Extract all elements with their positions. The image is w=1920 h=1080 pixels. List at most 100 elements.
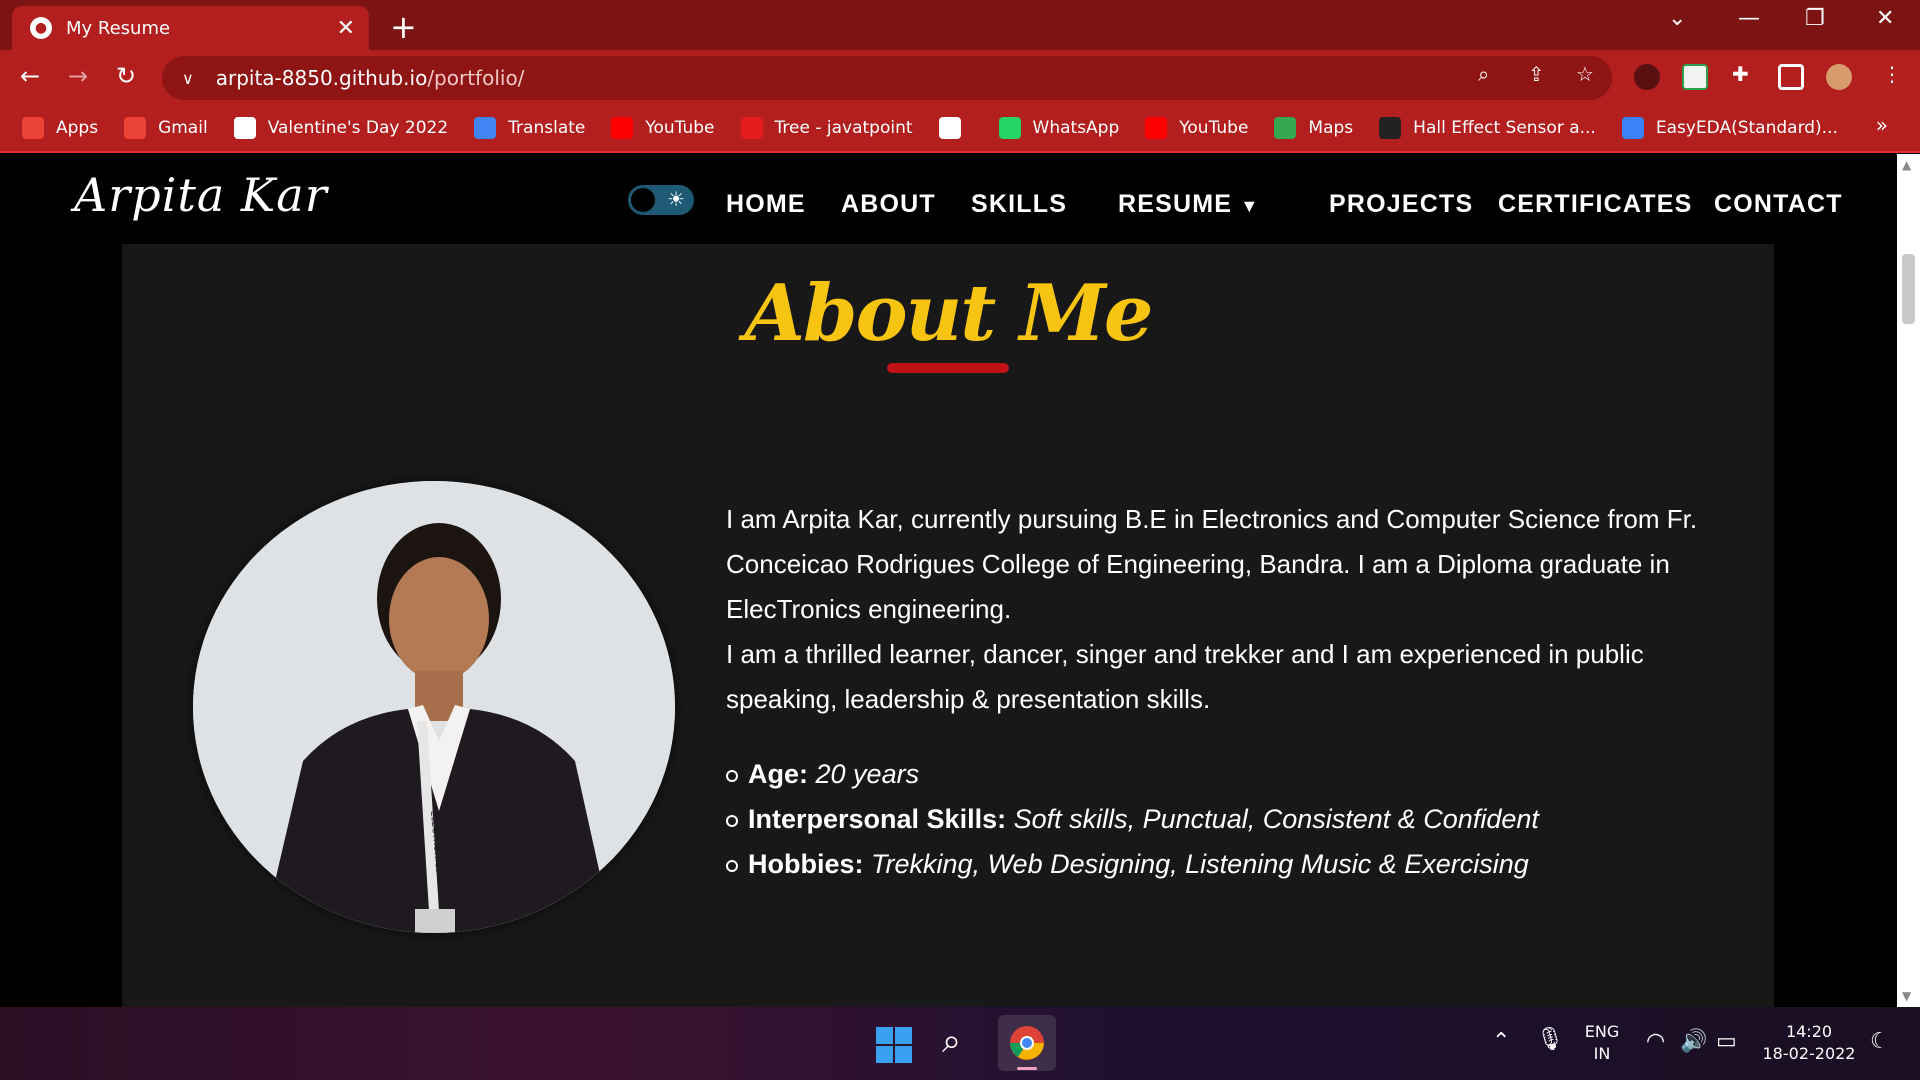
search-icon[interactable]: ⌕: [942, 1021, 961, 1061]
restore-icon[interactable]: ❐: [1805, 6, 1825, 31]
bookmark-item[interactable]: Apps: [22, 117, 98, 139]
fact-value: Soft skills, Punctual, Consistent & Conf…: [1013, 804, 1539, 834]
fact-age: Age: 20 years: [726, 752, 1746, 797]
chevron-up-icon[interactable]: ⌃: [1492, 1029, 1510, 1054]
globe-icon: ●: [30, 17, 52, 39]
bookmark-item[interactable]: Maps: [1274, 117, 1353, 139]
caret-down-icon: ▼: [1240, 196, 1260, 216]
reload-icon[interactable]: ↻: [116, 62, 136, 90]
clock[interactable]: 14:20 18-02-2022: [1760, 1021, 1858, 1065]
bookmark-item[interactable]: EasyEDA(Standard)...: [1621, 117, 1838, 139]
site-logo[interactable]: Arpita Kar: [74, 168, 328, 222]
windows-start-icon[interactable]: [876, 1027, 912, 1063]
close-tab-icon[interactable]: ✕: [337, 16, 355, 41]
page-scrollbar[interactable]: ▲ ▼: [1897, 154, 1920, 1007]
nav-resume-label: RESUME: [1118, 190, 1233, 218]
zoom-icon[interactable]: ⌕: [1478, 62, 1489, 86]
whatsapp-icon: [998, 117, 1021, 139]
toggle-knob: [631, 188, 655, 212]
browser-toolbar: ← → ↻ ∨ arpita-8850.github.io/portfolio/…: [0, 50, 1920, 105]
microphone-icon[interactable]: 🎙: [1536, 1027, 1564, 1052]
menu-kebab-icon[interactable]: ⋮: [1882, 62, 1902, 86]
scrollbar-thumb[interactable]: [1902, 254, 1915, 324]
focus-moon-icon[interactable]: ☾: [1870, 1029, 1890, 1054]
fact-label: Age:: [748, 759, 808, 789]
bio-paragraph-1: I am Arpita Kar, currently pursuing B.E …: [726, 504, 1698, 624]
volume-icon[interactable]: 🔊: [1680, 1029, 1707, 1054]
bookmark-label: Apps: [56, 118, 99, 138]
close-window-icon[interactable]: ✕: [1876, 6, 1894, 31]
bookmark-item[interactable]: [938, 117, 973, 139]
url-host: arpita-8850.github.io: [215, 66, 428, 90]
bookmark-item[interactable]: Hall Effect Sensor a...: [1379, 117, 1596, 139]
bookmark-label: Translate: [508, 118, 586, 138]
easyeda-icon: [1621, 117, 1644, 139]
new-tab-button[interactable]: +: [390, 8, 417, 46]
tab-title: My Resume: [66, 17, 171, 39]
bookmark-item[interactable]: YouTube: [611, 117, 715, 139]
bookmark-label: Valentine's Day 2022: [267, 118, 449, 138]
bookmark-item[interactable]: Gmail: [124, 117, 208, 139]
fact-hobbies: Hobbies: Trekking, Web Designing, Listen…: [726, 842, 1746, 887]
battery-icon[interactable]: ▭: [1716, 1029, 1737, 1054]
browser-tab[interactable]: ● My Resume ✕: [12, 6, 369, 50]
bookmark-label: Hall Effect Sensor a...: [1413, 118, 1596, 138]
javatpoint-icon: [740, 117, 763, 139]
profile-photo-illustration: ELECTRONICS: [193, 481, 675, 933]
nav-about[interactable]: ABOUT: [841, 190, 936, 219]
wifi-icon[interactable]: ◠: [1646, 1029, 1665, 1054]
bookmark-label: WhatsApp: [1032, 118, 1120, 138]
nav-contact[interactable]: CONTACT: [1714, 190, 1843, 219]
nav-certificates[interactable]: CERTIFICATES: [1498, 190, 1693, 219]
chrome-taskbar-button[interactable]: [998, 1015, 1056, 1071]
extension-icon[interactable]: [1634, 64, 1660, 90]
nav-projects[interactable]: PROJECTS: [1329, 190, 1473, 219]
scroll-down-icon[interactable]: ▼: [1902, 989, 1911, 1003]
bookmark-label: YouTube: [645, 118, 715, 138]
fact-label: Hobbies:: [748, 849, 864, 879]
nav-skills[interactable]: SKILLS: [971, 190, 1067, 219]
youtube-icon: [1145, 117, 1168, 139]
bookmark-item[interactable]: YouTube: [1145, 117, 1248, 139]
scroll-up-icon[interactable]: ▲: [1902, 158, 1911, 172]
extensions-puzzle-icon[interactable]: ✚: [1732, 62, 1749, 86]
youtube-icon: [611, 117, 634, 139]
bookmark-item[interactable]: Tree - javatpoint: [740, 117, 913, 139]
share-icon[interactable]: ⇪: [1528, 62, 1545, 86]
bookmark-item[interactable]: WhatsApp: [998, 117, 1120, 139]
site-icon: [1379, 117, 1402, 139]
bookmark-label: Gmail: [158, 118, 208, 138]
language-indicator[interactable]: ENG IN: [1580, 1021, 1624, 1065]
bookmark-label: EasyEDA(Standard)...: [1655, 118, 1838, 138]
bookmark-item[interactable]: Valentine's Day 2022: [233, 117, 449, 139]
globe-icon: [233, 117, 256, 139]
active-indicator: [1017, 1067, 1037, 1070]
theme-toggle[interactable]: ☀: [628, 185, 694, 215]
globe-icon: [938, 117, 961, 139]
profile-avatar[interactable]: [1826, 64, 1852, 90]
os-taskbar: ⌕ ⌃ 🎙 ENG IN ◠ 🔊 ▭ 14:20 18-02-2022 ☾: [0, 1007, 1920, 1080]
site-navbar: Arpita Kar ☀ HOME ABOUT SKILLS RESUME ▼ …: [0, 154, 1897, 244]
bookmark-star-icon[interactable]: ☆: [1576, 62, 1594, 86]
minimize-icon[interactable]: —: [1738, 6, 1760, 31]
tab-search-icon[interactable]: ⌄: [1668, 6, 1686, 31]
back-icon[interactable]: ←: [20, 62, 40, 90]
about-facts: Age: 20 years Interpersonal Skills: Soft…: [726, 752, 1746, 887]
address-bar[interactable]: ∨ arpita-8850.github.io/portfolio/: [162, 56, 1612, 100]
bookmarks-overflow-icon[interactable]: »: [1876, 113, 1888, 137]
fact-value: 20 years: [815, 759, 920, 789]
nav-home[interactable]: HOME: [726, 190, 806, 219]
site-info-chevron-icon[interactable]: ∨: [182, 69, 194, 88]
side-panel-icon[interactable]: [1778, 64, 1804, 90]
clock-time: 14:20: [1785, 1022, 1833, 1041]
region-code: IN: [1593, 1044, 1611, 1063]
fact-label: Interpersonal Skills:: [748, 804, 1007, 834]
forward-icon[interactable]: →: [68, 62, 88, 90]
about-bio: I am Arpita Kar, currently pursuing B.E …: [726, 497, 1726, 722]
bookmark-item[interactable]: Translate: [474, 117, 585, 139]
page-viewport: Arpita Kar ☀ HOME ABOUT SKILLS RESUME ▼ …: [0, 154, 1897, 1007]
extension-save-icon[interactable]: [1682, 64, 1708, 90]
bookmark-label: YouTube: [1179, 118, 1249, 138]
nav-resume[interactable]: RESUME ▼: [1118, 190, 1259, 219]
bookmark-label: Tree - javatpoint: [774, 118, 913, 138]
